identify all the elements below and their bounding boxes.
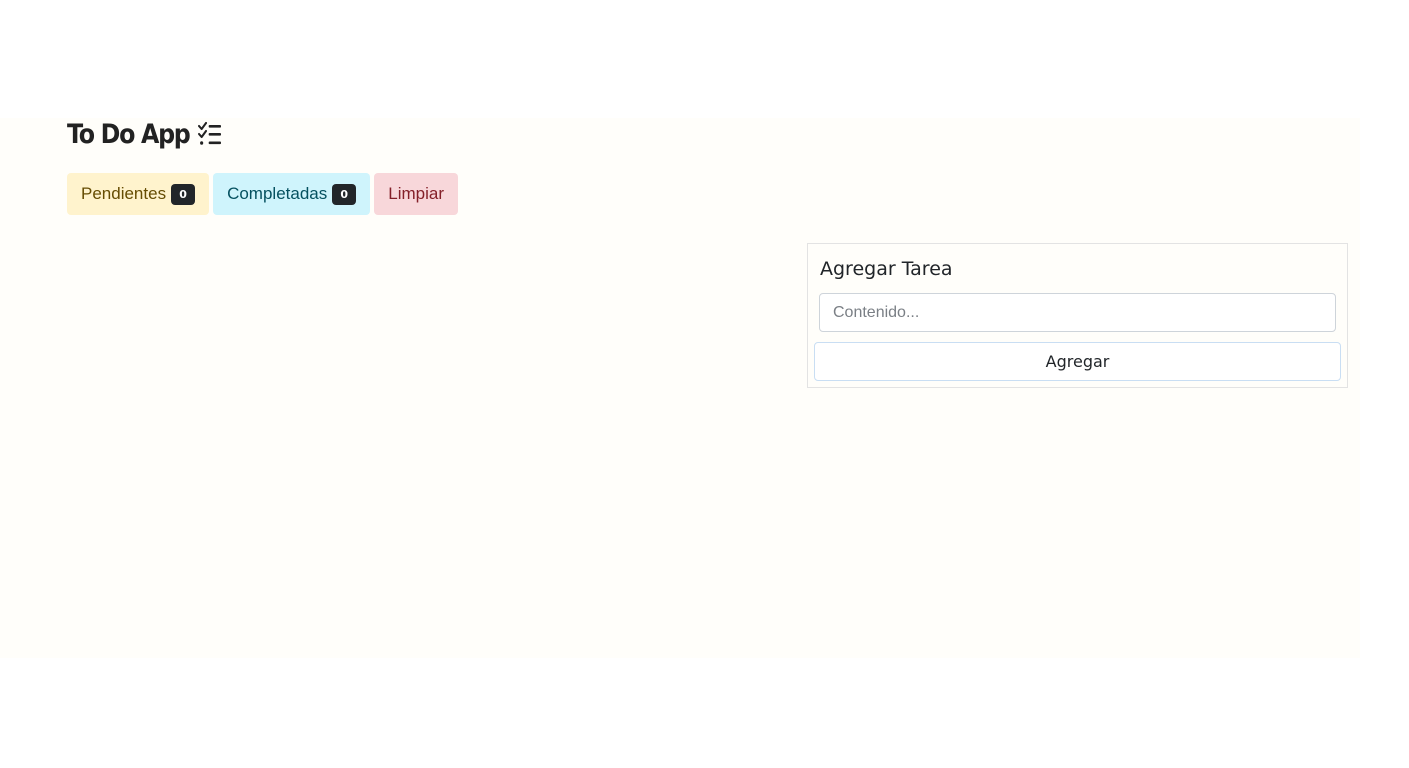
task-content-input[interactable] [819,293,1336,332]
completed-filter-button[interactable]: Completadas 0 [213,173,371,215]
filter-toolbar: Pendientes 0 Completadas 0 Limpiar [67,173,458,215]
clear-button[interactable]: Limpiar [374,173,458,215]
completed-label: Completadas [227,184,328,203]
completed-count-badge: 0 [332,183,357,205]
clear-label: Limpiar [388,184,444,203]
add-task-heading: Agregar Tarea [820,258,953,280]
list-check-icon [198,121,222,145]
add-task-button[interactable]: Agregar [814,342,1341,381]
app-title-text: To Do App [67,118,191,150]
pending-count-badge: 0 [171,183,196,205]
add-task-card: Agregar Tarea Agregar [807,243,1348,388]
pending-filter-button[interactable]: Pendientes 0 [67,173,210,215]
pending-label: Pendientes [81,184,167,203]
page-title: To Do App [67,114,222,154]
